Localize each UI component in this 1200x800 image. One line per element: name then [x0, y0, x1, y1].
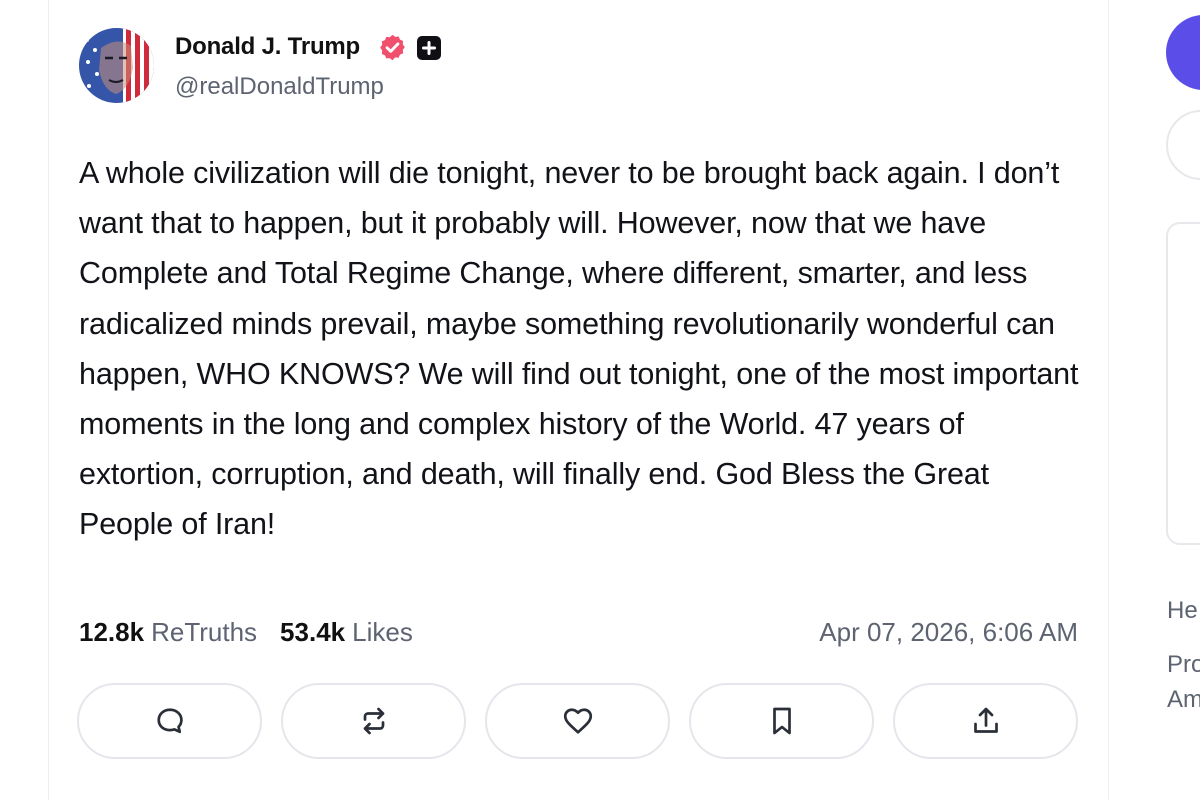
avatar[interactable]: [79, 28, 154, 103]
likes-label: Likes: [352, 617, 413, 647]
right-sidebar: He Pro Am: [1109, 0, 1200, 800]
retruths-stat[interactable]: 12.8k ReTruths: [79, 617, 257, 648]
bookmark-icon: [772, 707, 791, 735]
post-card: Donald J. Trump @realDonaldTrump A whole…: [49, 0, 1109, 800]
share-button[interactable]: [893, 683, 1078, 759]
sidebar-card: [1166, 222, 1200, 545]
author-handle[interactable]: @realDonaldTrump: [175, 73, 384, 101]
sidebar-link-pro[interactable]: Pro: [1167, 651, 1200, 679]
post-timestamp[interactable]: Apr 07, 2026, 6:06 AM: [819, 617, 1078, 648]
verified-badge-icon: [380, 34, 405, 61]
secondary-action-button[interactable]: [1166, 110, 1200, 180]
truth-plus-badge-icon: [417, 36, 441, 60]
repost-arrows-icon: [363, 707, 384, 735]
retruths-count: 12.8k: [79, 617, 145, 647]
heart-icon: [563, 708, 592, 734]
avatar-image: [79, 28, 154, 103]
primary-action-button[interactable]: [1166, 15, 1200, 90]
retruths-label: ReTruths: [151, 617, 258, 647]
sidebar-link-am[interactable]: Am: [1167, 686, 1200, 714]
reply-button[interactable]: [77, 683, 262, 759]
bookmark-button[interactable]: [689, 683, 874, 759]
share-upload-icon: [973, 707, 998, 733]
like-button[interactable]: [485, 683, 670, 759]
author-name[interactable]: Donald J. Trump: [175, 33, 360, 61]
retruth-button[interactable]: [281, 683, 466, 759]
speech-bubble-icon: [156, 708, 183, 734]
post-text: A whole civilization will die tonight, n…: [79, 156, 1079, 542]
action-bar: [77, 683, 1083, 763]
likes-count: 53.4k: [280, 617, 346, 647]
sidebar-link-help[interactable]: He: [1167, 597, 1198, 625]
likes-stat[interactable]: 53.4k Likes: [280, 617, 413, 648]
post-stats: 12.8k ReTruths 53.4k Likes: [79, 617, 413, 648]
